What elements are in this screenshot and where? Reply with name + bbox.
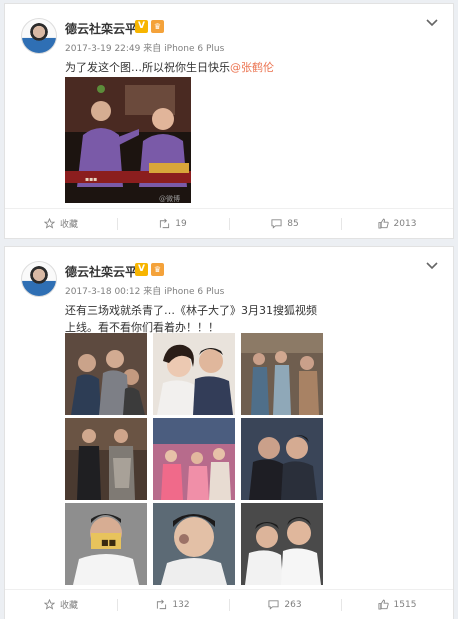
like-icon (378, 599, 389, 610)
post-date[interactable]: 2017-3-18 00:12 (65, 287, 140, 297)
like-count: 1515 (393, 599, 417, 610)
favorite-button[interactable]: 收藏 (5, 209, 117, 238)
grid-image[interactable]: ■■ (65, 503, 147, 585)
source-prefix: 来自 (143, 287, 162, 297)
comment-button[interactable]: 85 (229, 209, 341, 238)
comment-count: 85 (287, 218, 299, 229)
favorite-button[interactable]: 收藏 (5, 590, 117, 619)
grid-image[interactable] (241, 333, 323, 415)
svg-text:■■: ■■ (101, 538, 116, 547)
comment-button[interactable]: 263 (229, 590, 341, 619)
member-crown-icon: ♛ (151, 263, 164, 276)
weibo-post-1: 德云社栾云平 V ♛ 2017-3-19 22:49 来自 iPhone 6 P… (4, 3, 454, 239)
weibo-post-2: 德云社栾云平 V ♛ 2017-3-18 00:12 来自 iPhone 6 P… (4, 246, 454, 619)
avatar[interactable] (21, 261, 57, 297)
grid-image[interactable] (241, 418, 323, 500)
chevron-down-icon[interactable] (425, 16, 439, 30)
mention-link[interactable]: @张鹤伦 (230, 61, 274, 74)
repost-icon (160, 218, 170, 229)
author-name[interactable]: 德云社栾云平 (65, 20, 137, 37)
post-text: 还有三场戏就杀青了…《林子大了》3月31搜狐视频上线。看不看你们看着办！！！ (65, 304, 317, 334)
like-button[interactable]: 1515 (341, 590, 453, 619)
author-name[interactable]: 德云社栾云平 (65, 263, 137, 280)
action-bar: 收藏 132 263 1515 (5, 589, 453, 619)
like-icon (378, 218, 389, 229)
member-crown-icon: ♛ (151, 20, 164, 33)
grid-image[interactable] (241, 503, 323, 585)
favorite-icon (43, 218, 55, 229)
repost-icon (157, 599, 167, 610)
image-watermark: @微博 (159, 195, 180, 203)
repost-count: 19 (175, 218, 187, 229)
verified-badge: V (135, 263, 148, 276)
comment-icon (268, 600, 279, 610)
repost-button[interactable]: 132 (117, 590, 229, 619)
source-prefix: 来自 (143, 44, 162, 54)
grid-image[interactable] (65, 333, 147, 415)
svg-text:▪▪▪: ▪▪▪ (85, 176, 97, 183)
post-source[interactable]: iPhone 6 Plus (164, 44, 224, 54)
action-bar: 收藏 19 85 2013 (5, 208, 453, 238)
post-image[interactable]: ▪▪▪ (65, 77, 191, 203)
post-text: 为了发这个图…所以祝你生日快乐@张鹤伦 (65, 60, 315, 76)
avatar[interactable] (21, 18, 57, 54)
grid-image[interactable] (65, 418, 147, 500)
comment-icon (271, 219, 282, 229)
like-count: 2013 (393, 218, 417, 229)
repost-count: 132 (172, 599, 190, 610)
chevron-down-icon[interactable] (425, 259, 439, 273)
grid-image[interactable] (153, 503, 235, 585)
grid-image[interactable] (153, 418, 235, 500)
post-source[interactable]: iPhone 6 Plus (164, 287, 224, 297)
like-button[interactable]: 2013 (341, 209, 453, 238)
grid-image[interactable] (153, 333, 235, 415)
favorite-label: 收藏 (59, 220, 78, 230)
post-meta: 2017-3-19 22:49 来自 iPhone 6 Plus (65, 41, 224, 54)
favorite-icon (43, 599, 55, 610)
favorite-label: 收藏 (59, 601, 78, 611)
post-meta: 2017-3-18 00:12 来自 iPhone 6 Plus (65, 284, 224, 297)
image-grid: ■■ (65, 333, 323, 585)
repost-button[interactable]: 19 (117, 209, 229, 238)
verified-badge: V (135, 20, 148, 33)
comment-count: 263 (284, 599, 302, 610)
post-date[interactable]: 2017-3-19 22:49 (65, 44, 140, 54)
post-text-main: 为了发这个图…所以祝你生日快乐 (65, 61, 230, 74)
